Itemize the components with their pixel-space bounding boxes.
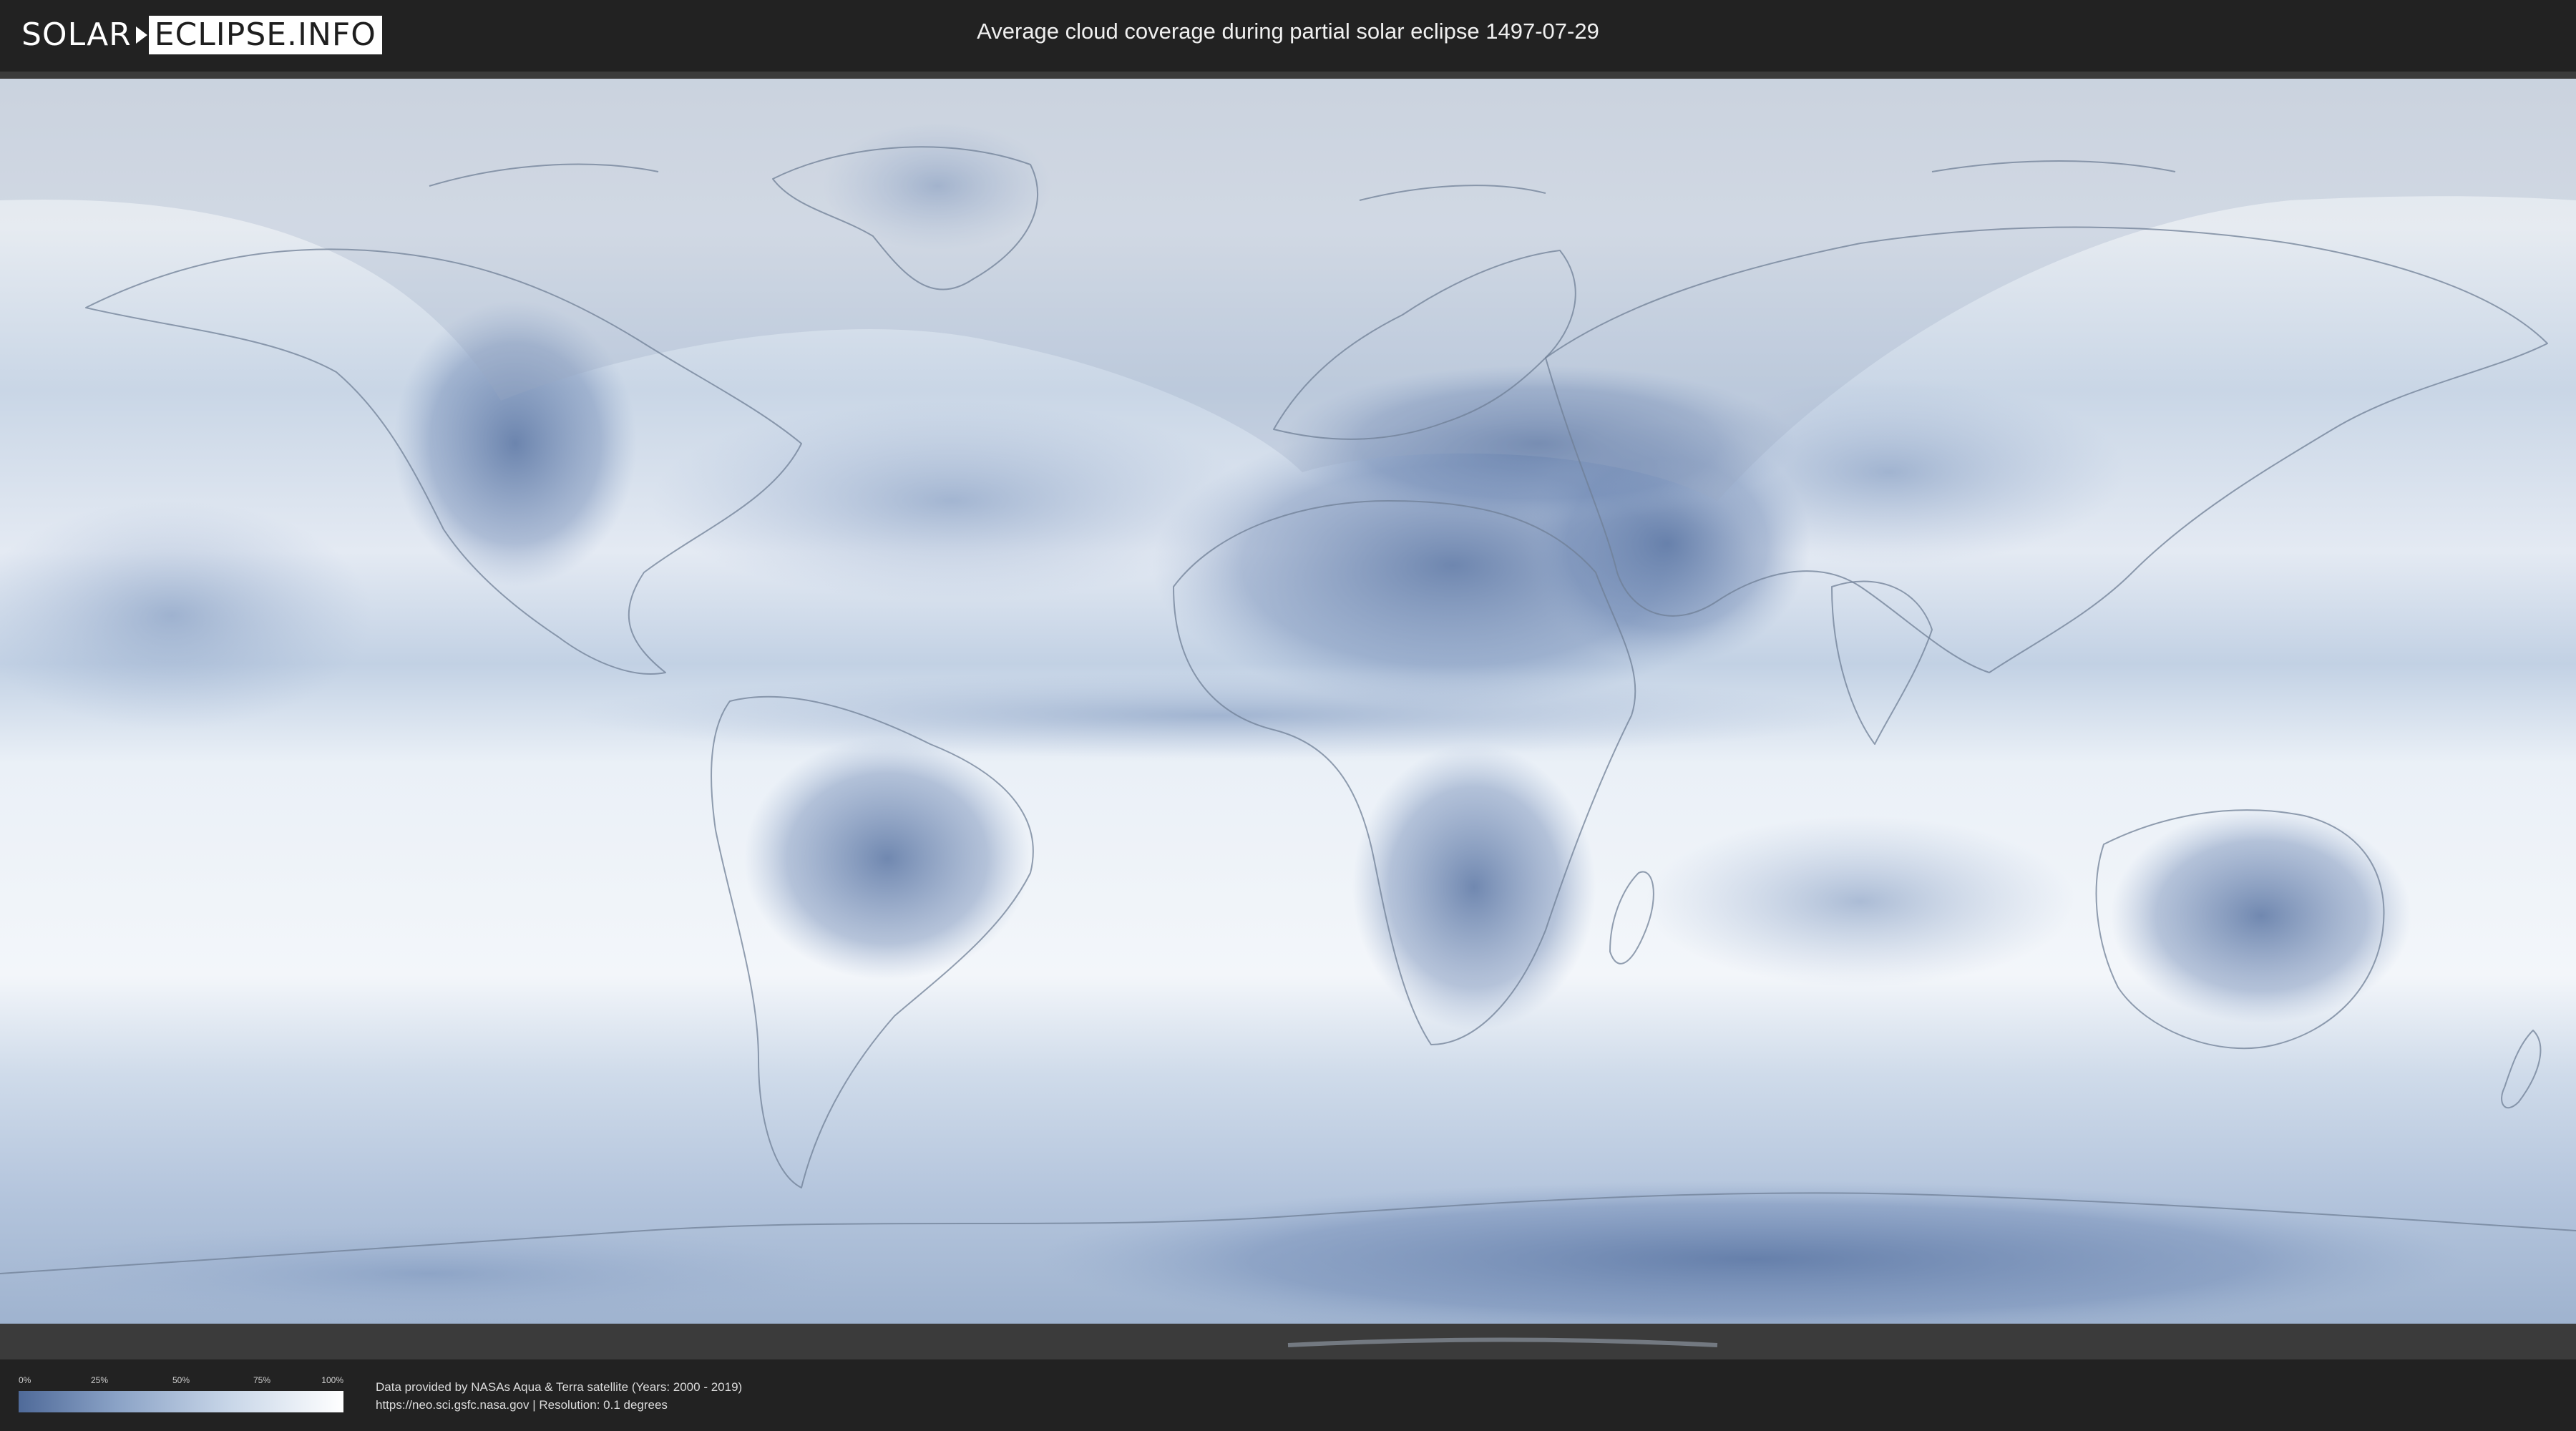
legend-ticks: 0% 25% 50% 75% 100% [19, 1375, 343, 1390]
clear-antarctica [1038, 1181, 2469, 1338]
clear-south-indian [1646, 816, 2075, 987]
legend-tick-25: 25% [90, 1375, 109, 1385]
data-credits: Data provided by NASAs Aqua & Terra sate… [376, 1378, 742, 1414]
clear-tropical-band [572, 673, 1860, 758]
clear-antarctica-west [0, 1224, 859, 1324]
credit-line-1: Data provided by NASAs Aqua & Terra sate… [376, 1380, 743, 1394]
legend-gradient-bar [19, 1391, 343, 1412]
legend-tick-0: 0% [19, 1375, 31, 1385]
footer-bar: 0% 25% 50% 75% 100% Data provided by NAS… [0, 1359, 2576, 1431]
cloud-coverage-legend: 0% 25% 50% 75% 100% [19, 1375, 343, 1422]
credit-line-2[interactable]: https://neo.sci.gsfc.nasa.gov | Resoluti… [376, 1396, 742, 1414]
page-title: Average cloud coverage during partial so… [977, 19, 1599, 44]
legend-tick-75: 75% [253, 1375, 271, 1385]
header-bar: SOLAR ECLIPSE.INFO Average cloud coverag… [0, 0, 2576, 72]
clear-southern-africa [1352, 744, 1596, 1030]
cloud-coverage-map[interactable] [0, 72, 2576, 1359]
clear-south-america [744, 737, 1030, 980]
world-map-svg [0, 79, 2576, 1359]
clear-australia [2111, 809, 2411, 1023]
legend-tick-100: 100% [321, 1375, 343, 1385]
legend-tick-50: 50% [172, 1375, 190, 1385]
map-bottom-edge [0, 1324, 2576, 1359]
